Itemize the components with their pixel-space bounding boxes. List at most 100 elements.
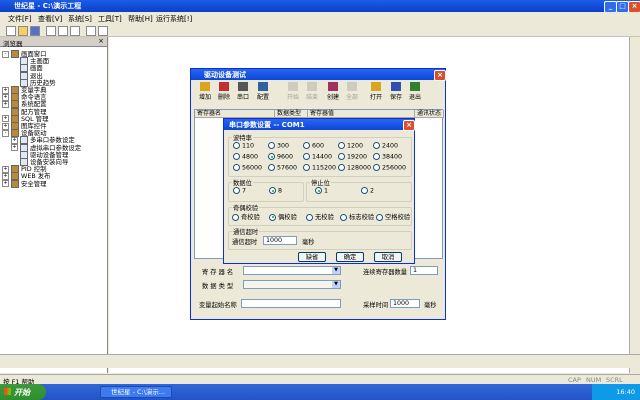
serial-dialog-close-button[interactable]: × [403, 120, 415, 131]
baud-radio[interactable]: 115200 [303, 164, 336, 172]
undo-icon[interactable] [86, 26, 96, 36]
vertical-scrollbar[interactable] [629, 37, 640, 373]
baud-radio[interactable]: 1200 [338, 142, 363, 150]
open-icon[interactable] [18, 26, 28, 36]
tree-expander-icon[interactable]: - [2, 129, 9, 137]
radio-dot[interactable] [303, 164, 310, 171]
menu-file[interactable]: 文件[F] [8, 14, 32, 24]
chevron-down-icon[interactable]: ▼ [332, 281, 340, 288]
radio-dot[interactable] [303, 142, 310, 149]
data-type-combo[interactable]: ▼ [243, 280, 341, 289]
redo-icon[interactable] [98, 26, 108, 36]
toolbar-button[interactable]: 退出 [406, 82, 424, 102]
radio-dot[interactable] [268, 142, 275, 149]
baud-radio[interactable]: 38400 [373, 153, 402, 161]
radio-dot[interactable] [373, 142, 380, 149]
baud-radio[interactable]: 110 [233, 142, 254, 150]
radio-dot[interactable] [303, 153, 310, 160]
status-num: NUM [586, 376, 602, 384]
tree-expander-icon[interactable]: + [2, 180, 9, 188]
databits-radio[interactable]: 8 [269, 187, 282, 195]
save-icon[interactable] [30, 26, 40, 36]
baud-radio[interactable]: 57600 [268, 164, 297, 172]
tree-item[interactable]: + 安全管理 [2, 179, 47, 188]
radio-dot[interactable] [269, 187, 276, 194]
column-header[interactable]: 通讯状态 [415, 110, 444, 118]
stopbits-radio[interactable]: 1 [315, 187, 328, 195]
menu-system[interactable]: 系统[S] [68, 14, 92, 24]
baud-radio[interactable]: 2400 [373, 142, 398, 150]
driver-dialog-close-button[interactable]: × [434, 70, 446, 81]
cut-icon[interactable] [46, 26, 56, 36]
radio-dot[interactable] [233, 164, 240, 171]
parity-radio[interactable]: 偶校验 [269, 212, 297, 221]
baud-radio[interactable]: 128000 [338, 164, 371, 172]
menu-tools[interactable]: 工具[T] [98, 14, 122, 24]
radio-dot[interactable] [373, 153, 380, 160]
radio-dot[interactable] [338, 164, 345, 171]
radio-dot[interactable] [268, 164, 275, 171]
baud-radio[interactable]: 256000 [373, 164, 406, 172]
toolbar-button[interactable]: 串口 [234, 82, 252, 102]
radio-dot[interactable] [233, 187, 240, 194]
baud-group: 波特率 110 300 600 1200 2400 4800 9600 14400 19200 3… [228, 133, 412, 177]
copy-icon[interactable] [58, 26, 68, 36]
parity-radio[interactable]: 空格校验 [376, 212, 410, 221]
var-link-input[interactable] [241, 299, 341, 308]
default-button[interactable]: 缺省 [298, 252, 326, 262]
radio-dot[interactable] [306, 213, 313, 221]
toolbar-button[interactable]: 创建 [324, 82, 342, 102]
baud-radio[interactable]: 9600 [268, 153, 293, 161]
column-header[interactable]: 寄存器值 [308, 110, 415, 118]
radio-dot[interactable] [340, 213, 347, 221]
explorer-close-icon[interactable]: × [98, 37, 104, 45]
baud-radio[interactable]: 300 [268, 142, 289, 150]
radio-dot[interactable] [373, 164, 380, 171]
radio-dot[interactable] [233, 142, 240, 149]
column-header[interactable]: 寄存器名 [195, 110, 275, 118]
menu-help[interactable]: 帮助[H] [128, 14, 153, 24]
toolbar-button[interactable]: 配置 [254, 82, 272, 102]
start-button[interactable]: 开始 [0, 384, 46, 400]
column-header[interactable]: 数据类型 [275, 110, 308, 118]
radio-dot[interactable] [376, 213, 383, 221]
databits-radio[interactable]: 7 [233, 187, 246, 195]
explorer-header: 浏览器 × [0, 37, 107, 48]
baud-radio[interactable]: 600 [303, 142, 324, 150]
taskbar-app-button[interactable]: 世纪星 - C:\演示... [100, 386, 172, 398]
parity-group-title: 奇偶校验 [232, 203, 260, 212]
timeout-input[interactable]: 1000 [263, 236, 297, 245]
toolbar-button[interactable]: 保存 [387, 82, 405, 102]
radio-dot[interactable] [338, 142, 345, 149]
baud-radio[interactable]: 19200 [338, 153, 367, 161]
parity-radio[interactable]: 无校验 [306, 212, 334, 221]
radio-dot[interactable] [361, 187, 368, 194]
baud-radio[interactable]: 56000 [233, 164, 262, 172]
chevron-down-icon[interactable]: ▼ [332, 267, 340, 274]
tree-expander-icon[interactable]: - [2, 50, 9, 58]
menu-view[interactable]: 查看[V] [38, 14, 62, 24]
toolbar-button[interactable]: 打开 [367, 82, 385, 102]
toolbar-button[interactable]: 增加 [196, 82, 214, 102]
register-count-input[interactable]: 1 [410, 266, 438, 275]
radio-dot[interactable] [269, 213, 276, 221]
stopbits-radio[interactable]: 2 [361, 187, 374, 195]
baud-radio[interactable]: 14400 [303, 153, 332, 161]
radio-dot[interactable] [338, 153, 345, 160]
toolbar-button[interactable]: 删除 [215, 82, 233, 102]
radio-dot[interactable] [233, 153, 240, 160]
ok-button[interactable]: 确定 [336, 252, 364, 262]
radio-dot[interactable] [268, 153, 275, 160]
baud-radio-label: 256000 [382, 164, 407, 172]
new-icon[interactable] [6, 26, 16, 36]
sample-time-input[interactable]: 1000 [390, 299, 420, 308]
parity-radio[interactable]: 标志校验 [340, 212, 374, 221]
menu-run[interactable]: 运行系统[!] [156, 14, 192, 24]
radio-dot[interactable] [232, 213, 239, 221]
cancel-button[interactable]: 取消 [374, 252, 402, 262]
parity-radio[interactable]: 奇校验 [232, 212, 260, 221]
paste-icon[interactable] [70, 26, 80, 36]
radio-dot[interactable] [315, 187, 322, 194]
baud-radio[interactable]: 4800 [233, 153, 258, 161]
register-name-combo[interactable]: ▼ [243, 266, 341, 275]
